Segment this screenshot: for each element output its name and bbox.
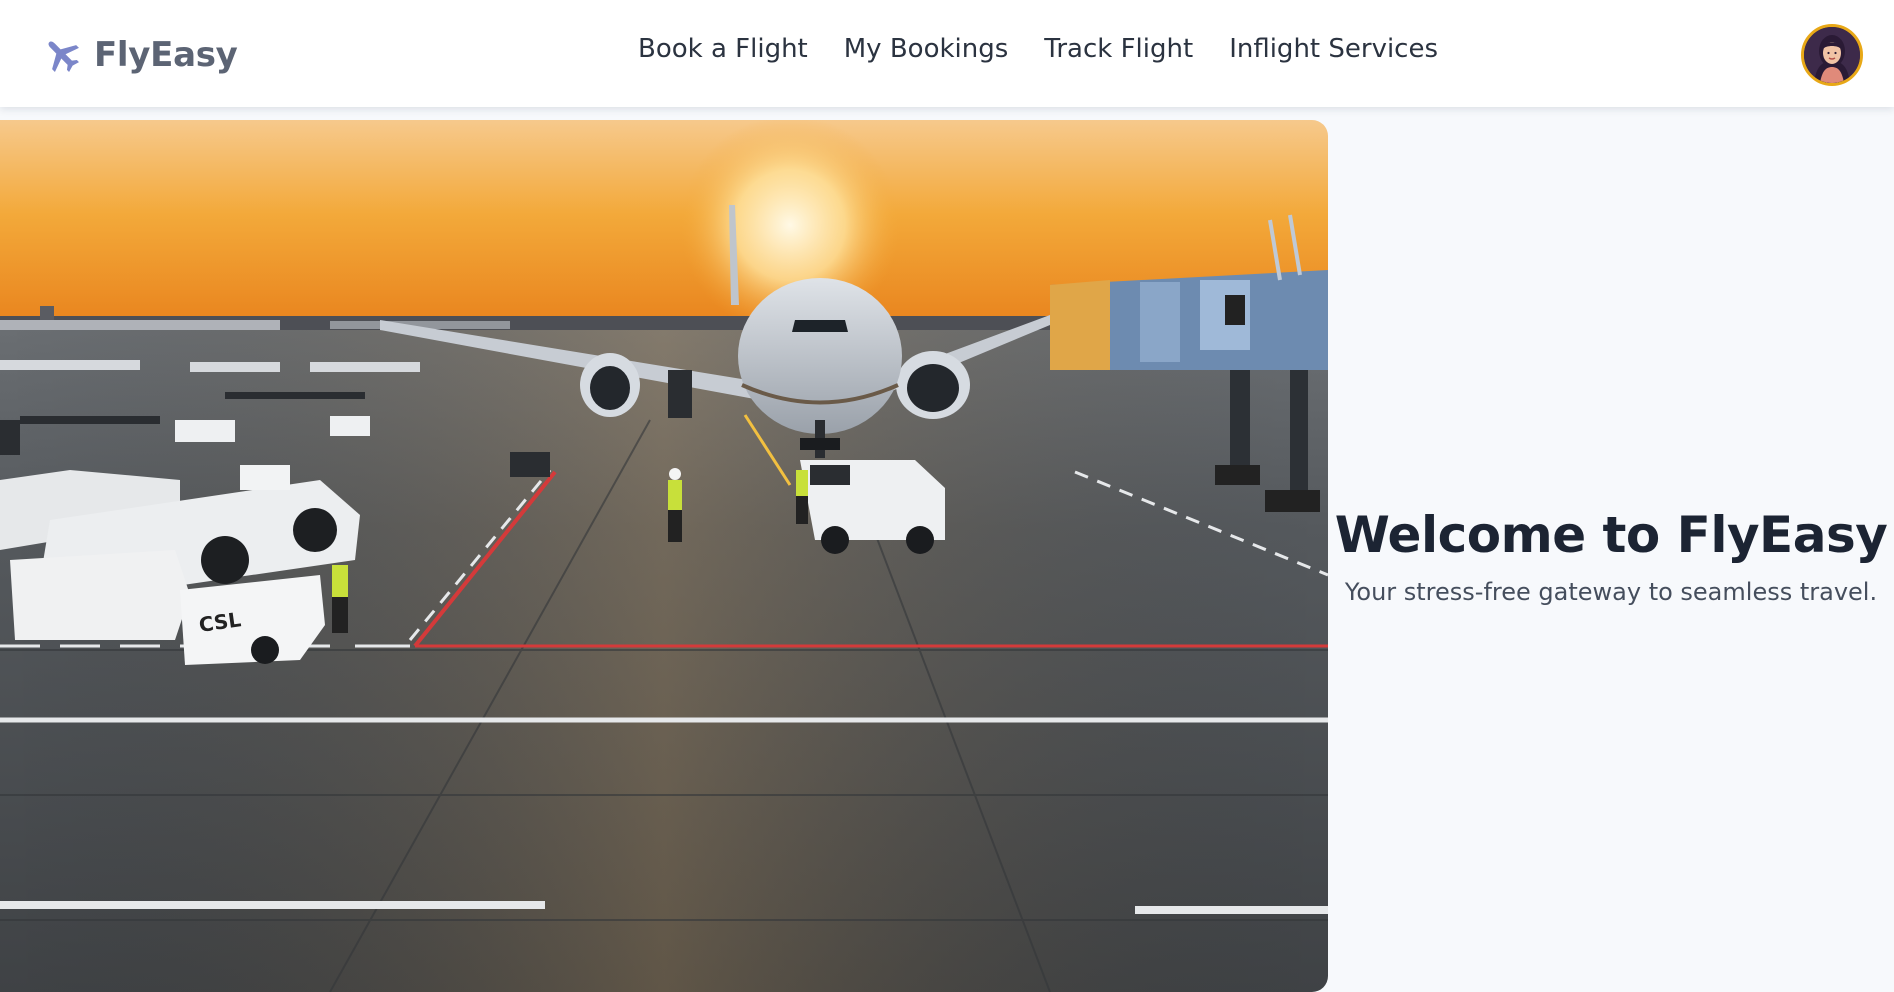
nav-my-bookings[interactable]: My Bookings xyxy=(844,34,1009,64)
welcome-panel: Welcome to FlyEasy Your stress-free gate… xyxy=(1328,120,1894,992)
nav-track-flight[interactable]: Track Flight xyxy=(1044,34,1193,64)
airplane-icon xyxy=(40,33,84,77)
brand-logo[interactable]: FlyEasy xyxy=(40,32,238,78)
airport-apron-sunset-photo: CSL xyxy=(0,120,1328,992)
user-avatar[interactable] xyxy=(1801,24,1863,86)
welcome-title: Welcome to FlyEasy xyxy=(1334,506,1888,564)
user-avatar-icon xyxy=(1804,27,1860,83)
nav-book-a-flight[interactable]: Book a Flight xyxy=(638,34,808,64)
main-nav: Book a Flight My Bookings Track Flight I… xyxy=(638,34,1438,64)
nav-inflight-services[interactable]: Inflight Services xyxy=(1229,34,1438,64)
top-header: FlyEasy Book a Flight My Bookings Track … xyxy=(0,0,1894,107)
welcome-subtitle: Your stress-free gateway to seamless tra… xyxy=(1344,578,1878,606)
hero-image: CSL xyxy=(0,120,1328,992)
brand-name: FlyEasy xyxy=(94,35,238,75)
